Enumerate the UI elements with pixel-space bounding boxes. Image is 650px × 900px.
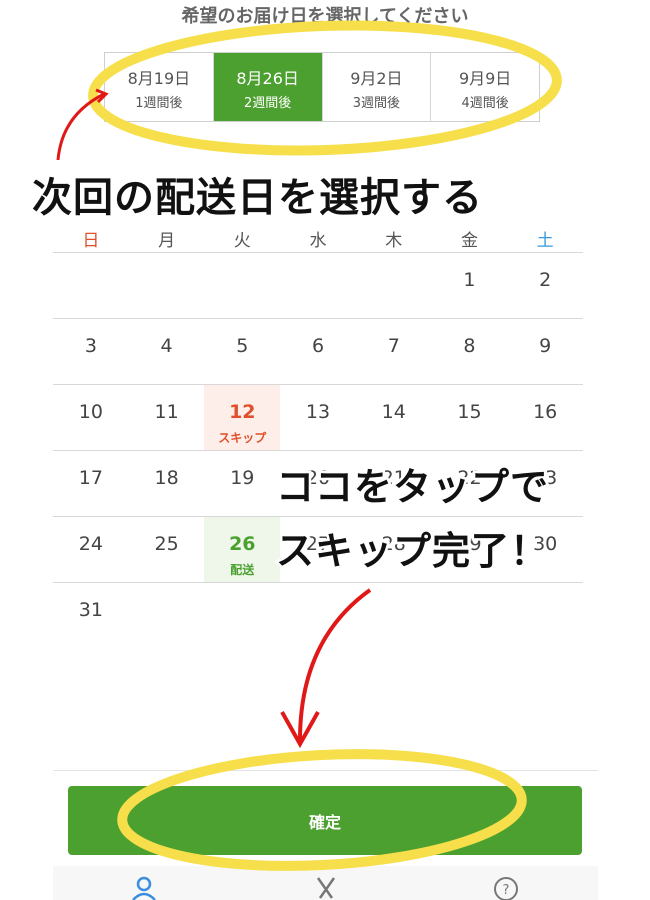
calendar-day[interactable]: 16 [507,385,583,450]
annotation-line: ココをタップで [273,463,550,512]
date-tab-weeks: 4週間後 [461,96,509,111]
calendar-empty-cell [356,253,432,318]
day-number: 26 [229,533,256,555]
date-tab-1[interactable]: 8月19日 1週間後 [105,53,214,121]
weekday-sun: 日 [82,231,100,251]
calendar-empty-cell [129,583,205,648]
calendar-grid: 1 2 3 4 5 6 7 8 9 10 11 12 スキップ 13 14 15 16 17 18 19 20 21 22 2… [53,252,583,648]
day-number: 24 [78,533,103,555]
calendar-day[interactable]: 9 [507,319,583,384]
day-number: 5 [236,335,249,357]
delivery-label: 配送 [230,563,255,577]
date-tab-weeks: 2週間後 [243,96,292,111]
calendar-day[interactable]: 5 [204,319,280,384]
help-icon[interactable]: ? [493,876,519,900]
calendar-week: 3 4 5 6 7 8 9 [53,318,583,384]
date-tab-weeks: 3週間後 [352,96,401,111]
divider [53,770,598,771]
calendar-day[interactable]: 7 [356,319,432,384]
calendar-day[interactable]: 19 [204,451,280,516]
day-number: 11 [154,401,179,423]
day-number: 2 [539,269,552,291]
arrow-head [280,711,320,749]
calendar-empty-cell [204,583,280,648]
calendar-day[interactable]: 4 [129,319,205,384]
weekday-mon: 月 [158,231,176,251]
weekday-wed: 水 [309,231,327,251]
day-number: 25 [154,533,179,555]
day-number: 8 [463,335,476,357]
day-number: 7 [387,335,400,357]
calendar-empty-cell [356,583,432,648]
delivery-date-tabs: 8月19日 1週間後 8月26日 2週間後 9月2日 3週間後 9月9日 4週間… [104,52,540,122]
bottom-nav: ? [53,866,598,900]
calendar-day[interactable]: 10 [53,385,129,450]
confirm-button[interactable]: 確定 [68,786,582,855]
day-number: 19 [230,467,255,489]
day-number: 12 [229,401,256,423]
annotation-tap-here: ココをタップで スキップ完了！ [273,455,550,583]
calendar-day[interactable]: 17 [53,451,129,516]
calendar-day[interactable]: 15 [432,385,508,450]
calendar-empty-cell [280,253,356,318]
date-tab-date: 8月19日 [127,69,191,88]
date-tab-4[interactable]: 9月9日 4週間後 [431,53,539,121]
calendar-empty-cell [280,583,356,648]
calendar-day[interactable]: 24 [53,517,129,582]
calendar-empty-cell [129,253,205,318]
date-tab-3[interactable]: 9月2日 3週間後 [323,53,432,121]
day-number: 1 [463,269,476,291]
day-number: 18 [154,467,179,489]
day-number: 9 [539,335,552,357]
calendar-day[interactable]: 11 [129,385,205,450]
day-number: 17 [78,467,103,489]
day-number: 4 [160,335,173,357]
weekday-thu: 木 [385,231,403,251]
calendar-day-delivery[interactable]: 26 配送 [204,517,281,582]
calendar-empty-cell [53,253,129,318]
day-number: 3 [84,335,97,357]
annotation-line: スキップ完了！ [273,527,550,576]
weekday-fri: 金 [460,231,478,251]
calendar-day[interactable]: 8 [432,319,508,384]
calendar-day[interactable]: 18 [129,451,205,516]
skip-label: スキップ [218,431,267,445]
calendar-day[interactable]: 14 [356,385,432,450]
date-tab-date: 8月26日 [236,69,299,88]
calendar-week: 12 [53,252,583,318]
weekday-sat: 土 [536,231,554,251]
calendar-day[interactable]: 13 [280,385,356,450]
day-number: 6 [311,335,325,357]
calendar-empty-cell [432,583,508,648]
day-number: 13 [305,401,331,423]
day-number: 14 [381,401,406,423]
day-number: 31 [78,599,103,621]
weekday-header: 日 月 火 水 木 金 土 [53,226,583,251]
calendar-day[interactable]: 25 [129,517,205,582]
page-heading: 希望のお届け日を選択してください [181,6,469,27]
user-icon[interactable] [131,876,157,900]
calendar-day[interactable]: 6 [280,319,356,384]
day-number: 10 [78,401,103,423]
calendar-day-skip[interactable]: 12 スキップ [204,385,281,450]
calendar-day[interactable]: 1 [432,253,508,318]
weekday-tue: 火 [233,231,251,251]
calendar-day[interactable]: 3 [53,319,129,384]
day-number: 16 [533,401,558,423]
date-tab-date: 9月9日 [458,69,512,88]
arrow-to-tabs [56,92,105,161]
calendar-day[interactable]: 31 [53,583,129,648]
calendar-day[interactable]: 2 [507,253,583,318]
day-number: 15 [457,401,482,423]
calendar-empty-cell [507,583,583,648]
date-tab-date: 9月2日 [350,69,403,88]
svg-text:?: ? [503,883,510,898]
annotation-select-next: 次回の配送日を選択する [30,173,485,224]
date-tab-2-selected[interactable]: 8月26日 2週間後 [213,53,323,121]
date-tab-weeks: 1週間後 [135,96,183,111]
calendar-week: 10 11 12 スキップ 13 14 15 16 [53,384,583,450]
fork-knife-icon[interactable] [313,876,339,900]
calendar-week: 31 [53,582,583,648]
calendar-empty-cell [204,253,280,318]
